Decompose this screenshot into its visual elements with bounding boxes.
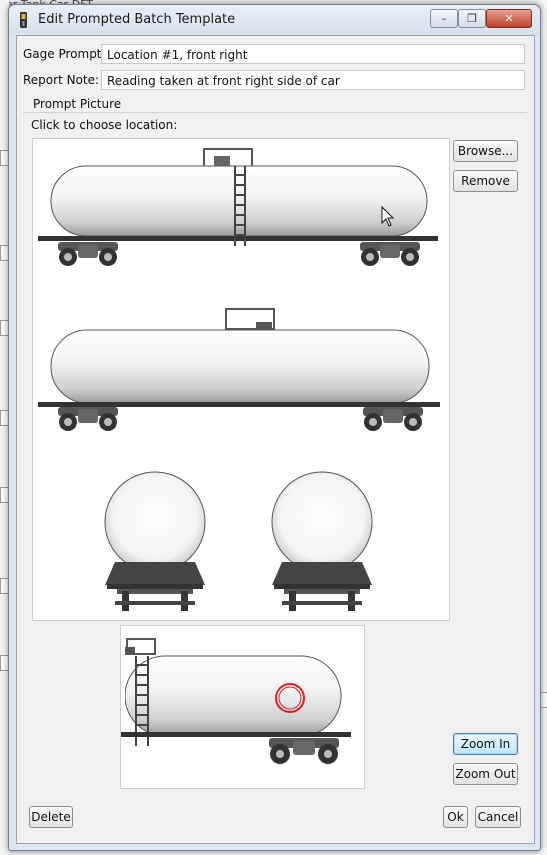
edit-prompted-batch-template-dialog: Edit Prompted Batch Template – ❐ ✕ Gage … <box>8 4 541 851</box>
truck <box>363 407 423 431</box>
tank-car-side-view-right[interactable] <box>38 148 438 266</box>
prompt-picture-canvas[interactable] <box>32 138 450 621</box>
truck <box>269 738 339 764</box>
tank-car-side-view-left[interactable] <box>38 308 440 431</box>
click-instruction: Click to choose location: <box>31 118 178 132</box>
ok-button[interactable]: Ok <box>443 806 468 828</box>
prompt-picture-group-label: Prompt Picture <box>31 97 124 111</box>
restore-button[interactable]: ❐ <box>458 9 486 28</box>
title-bar[interactable]: Edit Prompted Batch Template – ❐ ✕ <box>9 5 540 35</box>
remove-button[interactable]: Remove <box>453 170 518 192</box>
tank-car-end-view-front[interactable] <box>104 471 206 611</box>
dialog-title: Edit Prompted Batch Template <box>38 12 236 27</box>
tank-car-end-view-rear[interactable] <box>271 471 373 611</box>
gauge-app-icon <box>20 12 27 28</box>
truck <box>58 242 118 266</box>
report-note-input[interactable]: Reading taken at front right side of car <box>101 70 525 90</box>
prompt-picture-group-border <box>23 112 527 113</box>
gage-prompt-input[interactable]: Location #1, front right <box>101 44 525 64</box>
zoom-out-button[interactable]: Zoom Out <box>453 763 518 785</box>
gage-prompt-label: Gage Prompt: <box>23 47 106 61</box>
close-button[interactable]: ✕ <box>486 9 532 28</box>
zoom-in-button[interactable]: Zoom In <box>453 733 518 755</box>
truck <box>58 407 118 431</box>
dialog-body: Gage Prompt: Location #1, front right Re… <box>16 35 535 844</box>
truck <box>360 242 420 266</box>
zoomed-picture-view[interactable] <box>120 625 365 789</box>
browse-button[interactable]: Browse... <box>453 140 518 162</box>
minimize-button[interactable]: – <box>430 9 458 28</box>
delete-button[interactable]: Delete <box>29 806 73 828</box>
cancel-button[interactable]: Cancel <box>475 806 521 828</box>
report-note-label: Report Note: <box>23 73 100 87</box>
